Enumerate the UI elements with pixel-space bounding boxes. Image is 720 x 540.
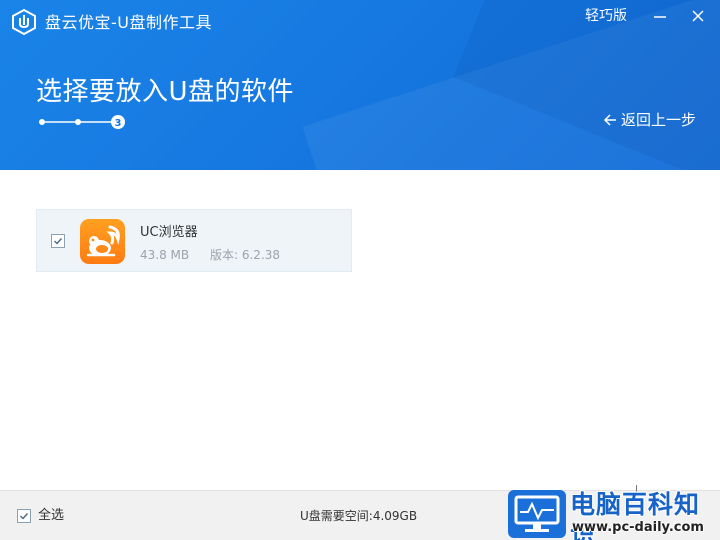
watermark: 电脑百科知识 www.pc-daily.com bbox=[508, 488, 720, 540]
step-indicator: 3 bbox=[39, 115, 125, 129]
uc-browser-icon bbox=[80, 219, 125, 264]
app-size: 43.8 MB bbox=[140, 248, 190, 262]
page-title: 选择要放入U盘的软件 bbox=[36, 77, 295, 107]
monitor-icon bbox=[508, 490, 566, 538]
lite-edition-link[interactable]: 轻巧版 bbox=[585, 6, 627, 26]
arrow-left-icon bbox=[603, 114, 616, 126]
checkmark-icon bbox=[20, 513, 29, 520]
app-title: 盘云优宝-U盘制作工具 bbox=[45, 13, 212, 32]
app-checkbox[interactable] bbox=[51, 234, 65, 248]
back-button-label: 返回上一步 bbox=[621, 111, 697, 129]
step-dot-2 bbox=[75, 119, 81, 125]
header-banner: 盘云优宝-U盘制作工具 轻巧版 选择要放入U盘的软件 3 返回上一步 bbox=[0, 0, 720, 170]
watermark-url: www.pc-daily.com bbox=[572, 520, 704, 535]
step-current-label: 3 bbox=[115, 118, 122, 129]
back-button[interactable]: 返回上一步 bbox=[603, 109, 696, 131]
select-all-box[interactable] bbox=[17, 509, 31, 523]
minimize-button[interactable] bbox=[646, 4, 674, 28]
app-name: UC浏览器 bbox=[140, 225, 198, 240]
select-all-label: 全选 bbox=[38, 508, 65, 523]
minimize-icon bbox=[654, 16, 666, 18]
app-card[interactable]: UC浏览器 43.8 MB 版本: 6.2.38 bbox=[36, 209, 352, 272]
step-dot-1 bbox=[39, 119, 45, 125]
required-space-text: U盘需要空间:4.09GB bbox=[300, 509, 418, 523]
app-version: 版本: 6.2.38 bbox=[210, 248, 281, 262]
app-logo-icon bbox=[12, 8, 36, 36]
select-all-checkbox[interactable]: 全选 bbox=[17, 508, 64, 524]
close-button[interactable] bbox=[684, 4, 712, 28]
close-icon bbox=[692, 10, 704, 22]
checkmark-icon bbox=[54, 238, 63, 245]
